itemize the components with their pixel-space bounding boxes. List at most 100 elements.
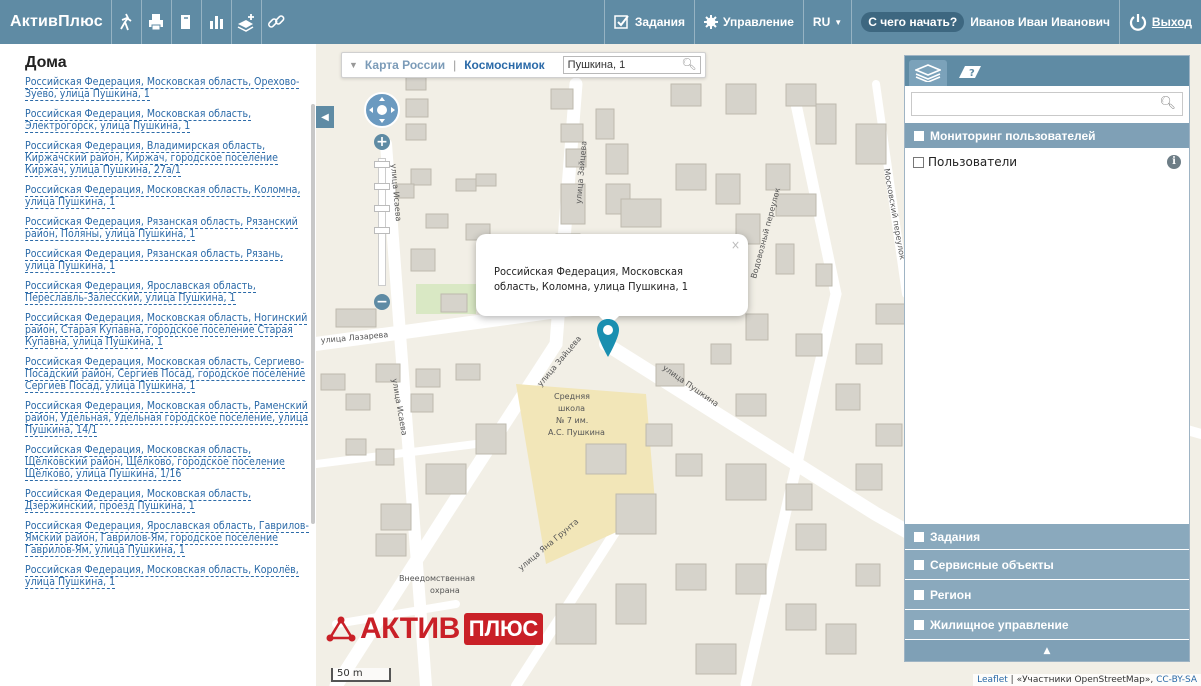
address-link[interactable]: Российская Федерация, Московская область…	[25, 564, 299, 589]
list-item[interactable]: Российская Федерация, Московская область…	[25, 444, 310, 481]
address-link[interactable]: Российская Федерация, Владимирская облас…	[25, 140, 278, 177]
map-marker-icon[interactable]	[595, 318, 621, 358]
search-icon[interactable]: 🔍︎	[1159, 96, 1176, 111]
list-item[interactable]: Российская Федерация, Московская область…	[25, 488, 310, 513]
popup-text: Российская Федерация, Московская область…	[494, 265, 689, 293]
logo-plus: ПЛЮС	[463, 613, 544, 645]
walker-icon[interactable]	[110, 0, 141, 44]
section-checkbox[interactable]	[914, 130, 924, 141]
svg-text:?: ?	[969, 68, 975, 79]
address-link[interactable]: Российская Федерация, Московская область…	[25, 108, 252, 133]
section-housing[interactable]: Жилищное управление	[905, 609, 1189, 639]
checkbox-icon	[614, 15, 629, 29]
hand-icon	[369, 97, 395, 123]
user-name[interactable]: Иванов Иван Иванович	[970, 15, 1110, 29]
section-checkbox[interactable]	[914, 531, 924, 542]
section-checkbox[interactable]	[914, 619, 924, 630]
section-service-objects[interactable]: Сервисные объекты	[905, 549, 1189, 579]
list-item[interactable]: Российская Федерация, Московская область…	[25, 356, 310, 393]
list-item[interactable]: Российская Федерация, Московская область…	[25, 312, 310, 349]
address-link[interactable]: Российская Федерация, Московская область…	[25, 444, 285, 481]
section-checkbox[interactable]	[914, 589, 924, 600]
address-link[interactable]: Российская Федерация, Московская область…	[25, 400, 309, 437]
app-brand[interactable]: АктивПлюс	[0, 13, 111, 31]
tab-legend[interactable]: ?	[951, 60, 989, 86]
list-item[interactable]: Российская Федерация, Московская область…	[25, 108, 310, 133]
leaflet-link[interactable]: Leaflet	[977, 675, 1008, 685]
list-item[interactable]: Российская Федерация, Московская область…	[25, 400, 310, 437]
layers-icon	[915, 64, 941, 82]
zoom-in-button[interactable]: +	[374, 134, 390, 150]
tasks-label: Задания	[634, 15, 685, 29]
collapse-sidebar-button[interactable]: ◀	[316, 106, 334, 128]
layer-map-option[interactable]: Карта России	[365, 58, 445, 72]
address-link[interactable]: Российская Федерация, Московская область…	[25, 488, 252, 513]
search-icon[interactable]: 🔍︎	[681, 57, 696, 71]
address-link[interactable]: Российская Федерация, Рязанская область,…	[25, 216, 298, 241]
book-icon[interactable]	[170, 0, 201, 44]
zoom-slider[interactable]	[374, 158, 390, 286]
map-search-input[interactable]: Пушкина, 1 🔍︎	[562, 56, 701, 74]
address-link[interactable]: Российская Федерация, Московская область…	[25, 312, 308, 349]
link-icon[interactable]	[260, 0, 291, 44]
address-link[interactable]: Российская Федерация, Ярославская област…	[25, 520, 309, 557]
list-item[interactable]: Российская Федерация, Московская область…	[25, 564, 310, 589]
chevron-left-icon: ◀	[321, 111, 329, 123]
help-button[interactable]: С чего начать?	[861, 12, 965, 32]
language-label: RU	[812, 15, 831, 29]
address-link[interactable]: Российская Федерация, Ярославская област…	[25, 280, 256, 305]
printer-icon[interactable]	[140, 0, 171, 44]
section-tasks[interactable]: Задания	[905, 523, 1189, 549]
users-checkbox[interactable]	[913, 156, 924, 168]
section-monitoring[interactable]: Мониторинг пользователей	[905, 122, 1189, 148]
zoom-out-button[interactable]: −	[374, 294, 390, 310]
logout-button[interactable]: Выход	[1118, 0, 1201, 44]
layer-satellite-option[interactable]: Космоснимок	[464, 58, 544, 72]
sidebar-title: Дома	[25, 54, 67, 71]
language-dropdown[interactable]: RU ▼	[802, 0, 851, 44]
list-item[interactable]: Российская Федерация, Рязанская область,…	[25, 248, 310, 273]
users-layer-row[interactable]: Пользователи i	[905, 148, 1189, 176]
panel-sections: Задания Сервисные объекты Регион Жилищно…	[905, 523, 1189, 661]
users-label: Пользователи	[928, 155, 1018, 169]
map-search-value: Пушкина, 1	[567, 59, 626, 71]
address-list: Российская Федерация, Московская область…	[0, 76, 316, 589]
tab-layers[interactable]	[909, 60, 947, 86]
close-icon[interactable]: ×	[731, 238, 740, 253]
chevron-down-icon[interactable]: ▼	[349, 60, 358, 70]
info-icon[interactable]: i	[1167, 155, 1181, 169]
address-link[interactable]: Российская Федерация, Московская область…	[25, 184, 301, 209]
svg-text:школа: школа	[558, 404, 585, 413]
map-scale: 50 m	[331, 668, 391, 682]
layers-search-input[interactable]: 🔍︎	[911, 92, 1183, 116]
layer-switcher: ▼ Карта России | Космоснимок Пушкина, 1 …	[341, 52, 706, 78]
list-item[interactable]: Российская Федерация, Ярославская област…	[25, 280, 310, 305]
chevron-down-icon: ▼	[834, 17, 843, 27]
list-item[interactable]: Российская Федерация, Рязанская область,…	[25, 216, 310, 241]
panel-collapse-button[interactable]: ▲	[905, 639, 1189, 661]
address-link[interactable]: Российская Федерация, Рязанская область,…	[25, 248, 284, 273]
osm-text: | «Участники OpenStreetMap»,	[1010, 675, 1154, 685]
cc-link[interactable]: CC-BY-SA	[1156, 675, 1197, 685]
list-item[interactable]: Российская Федерация, Ярославская област…	[25, 520, 310, 557]
address-link[interactable]: Российская Федерация, Московская область…	[25, 356, 306, 393]
pan-control[interactable]	[364, 92, 400, 128]
tasks-button[interactable]: Задания	[603, 0, 694, 44]
section-checkbox[interactable]	[914, 559, 924, 570]
power-icon	[1129, 14, 1147, 31]
gear-icon	[704, 15, 718, 29]
manage-button[interactable]: Управление	[694, 0, 803, 44]
svg-text:№ 7 им.: № 7 им.	[556, 416, 588, 425]
section-label: Жилищное управление	[930, 617, 1069, 632]
sidebar-scrollbar[interactable]	[311, 104, 315, 524]
section-region[interactable]: Регион	[905, 579, 1189, 609]
manage-label: Управление	[723, 15, 794, 29]
list-item[interactable]: Российская Федерация, Московская область…	[25, 184, 310, 209]
list-item[interactable]: Российская Федерация, Московская область…	[25, 76, 310, 101]
bar-chart-icon[interactable]	[200, 0, 231, 44]
layers-panel: ? 🔍︎ Мониторинг пользователей Пользовате…	[904, 55, 1190, 662]
list-item[interactable]: Российская Федерация, Владимирская облас…	[25, 140, 310, 177]
address-link[interactable]: Российская Федерация, Московская область…	[25, 76, 300, 101]
add-layer-icon[interactable]	[230, 0, 261, 44]
logout-label: Выход	[1151, 15, 1192, 29]
